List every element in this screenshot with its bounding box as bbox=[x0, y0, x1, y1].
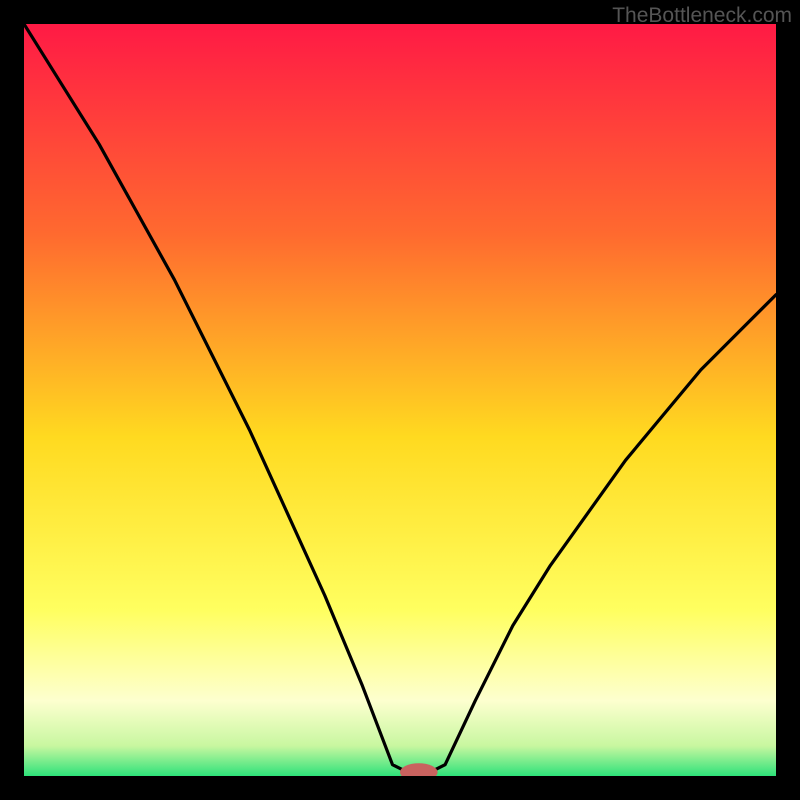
watermark-text: TheBottleneck.com bbox=[612, 4, 792, 28]
chart-frame: TheBottleneck.com bbox=[0, 0, 800, 800]
plot-area bbox=[24, 24, 776, 776]
gradient-bg bbox=[24, 24, 776, 776]
chart-svg bbox=[24, 24, 776, 776]
